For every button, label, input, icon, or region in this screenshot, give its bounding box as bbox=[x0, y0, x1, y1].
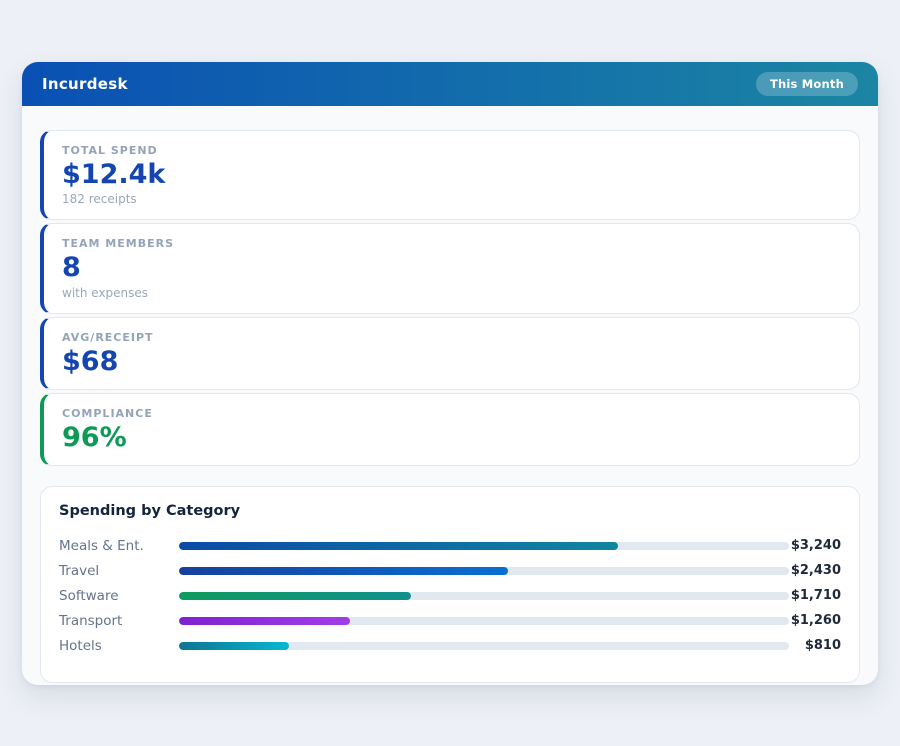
panel-title: Spending by Category bbox=[59, 503, 841, 519]
stat-label: COMPLIANCE bbox=[62, 407, 841, 420]
category-value: $3,240 bbox=[789, 538, 841, 553]
stat-label: TOTAL SPEND bbox=[62, 144, 841, 157]
category-bar-track bbox=[179, 617, 789, 625]
category-label: Software bbox=[59, 588, 179, 604]
category-value: $1,260 bbox=[789, 613, 841, 628]
category-row-travel: Travel $2,430 bbox=[59, 558, 841, 583]
stat-card-total-spend: TOTAL SPEND $12.4k 182 receipts bbox=[40, 130, 860, 220]
category-bar-fill bbox=[179, 567, 508, 575]
stat-value: 96% bbox=[62, 424, 841, 452]
category-row-meals: Meals & Ent. $3,240 bbox=[59, 533, 841, 558]
category-label: Meals & Ent. bbox=[59, 538, 179, 554]
category-bar-fill bbox=[179, 592, 411, 600]
category-bar-fill bbox=[179, 617, 350, 625]
stat-value: $68 bbox=[62, 348, 841, 376]
app-title: Incurdesk bbox=[42, 75, 128, 93]
category-label: Transport bbox=[59, 613, 179, 629]
category-label: Hotels bbox=[59, 638, 179, 654]
category-value: $1,710 bbox=[789, 588, 841, 603]
stat-card-team-members: TEAM MEMBERS 8 with expenses bbox=[40, 223, 860, 313]
category-bar-track bbox=[179, 567, 789, 575]
stat-subtext: 182 receipts bbox=[62, 192, 841, 206]
category-bar-track bbox=[179, 592, 789, 600]
category-label: Travel bbox=[59, 563, 179, 579]
stat-label: TEAM MEMBERS bbox=[62, 237, 841, 250]
category-bar-track bbox=[179, 542, 789, 550]
category-row-software: Software $1,710 bbox=[59, 583, 841, 608]
category-bar-fill bbox=[179, 542, 618, 550]
main-content: TOTAL SPEND $12.4k 182 receipts TEAM MEM… bbox=[22, 106, 878, 685]
period-badge[interactable]: This Month bbox=[756, 72, 858, 96]
stat-subtext: with expenses bbox=[62, 286, 841, 300]
category-row-transport: Transport $1,260 bbox=[59, 608, 841, 633]
spending-by-category-panel: Spending by Category Meals & Ent. $3,240… bbox=[40, 486, 860, 683]
category-bar-fill bbox=[179, 642, 289, 650]
category-bar-track bbox=[179, 642, 789, 650]
stat-label: AVG/RECEIPT bbox=[62, 331, 841, 344]
stat-card-avg-receipt: AVG/RECEIPT $68 bbox=[40, 317, 860, 390]
stat-value: $12.4k bbox=[62, 161, 841, 189]
category-row-hotels: Hotels $810 bbox=[59, 633, 841, 658]
stat-card-compliance: COMPLIANCE 96% bbox=[40, 393, 860, 466]
app-header: Incurdesk This Month bbox=[22, 62, 878, 106]
category-value: $810 bbox=[789, 638, 841, 653]
category-value: $2,430 bbox=[789, 563, 841, 578]
app-card: Incurdesk This Month TOTAL SPEND $12.4k … bbox=[22, 62, 878, 685]
stat-value: 8 bbox=[62, 254, 841, 282]
